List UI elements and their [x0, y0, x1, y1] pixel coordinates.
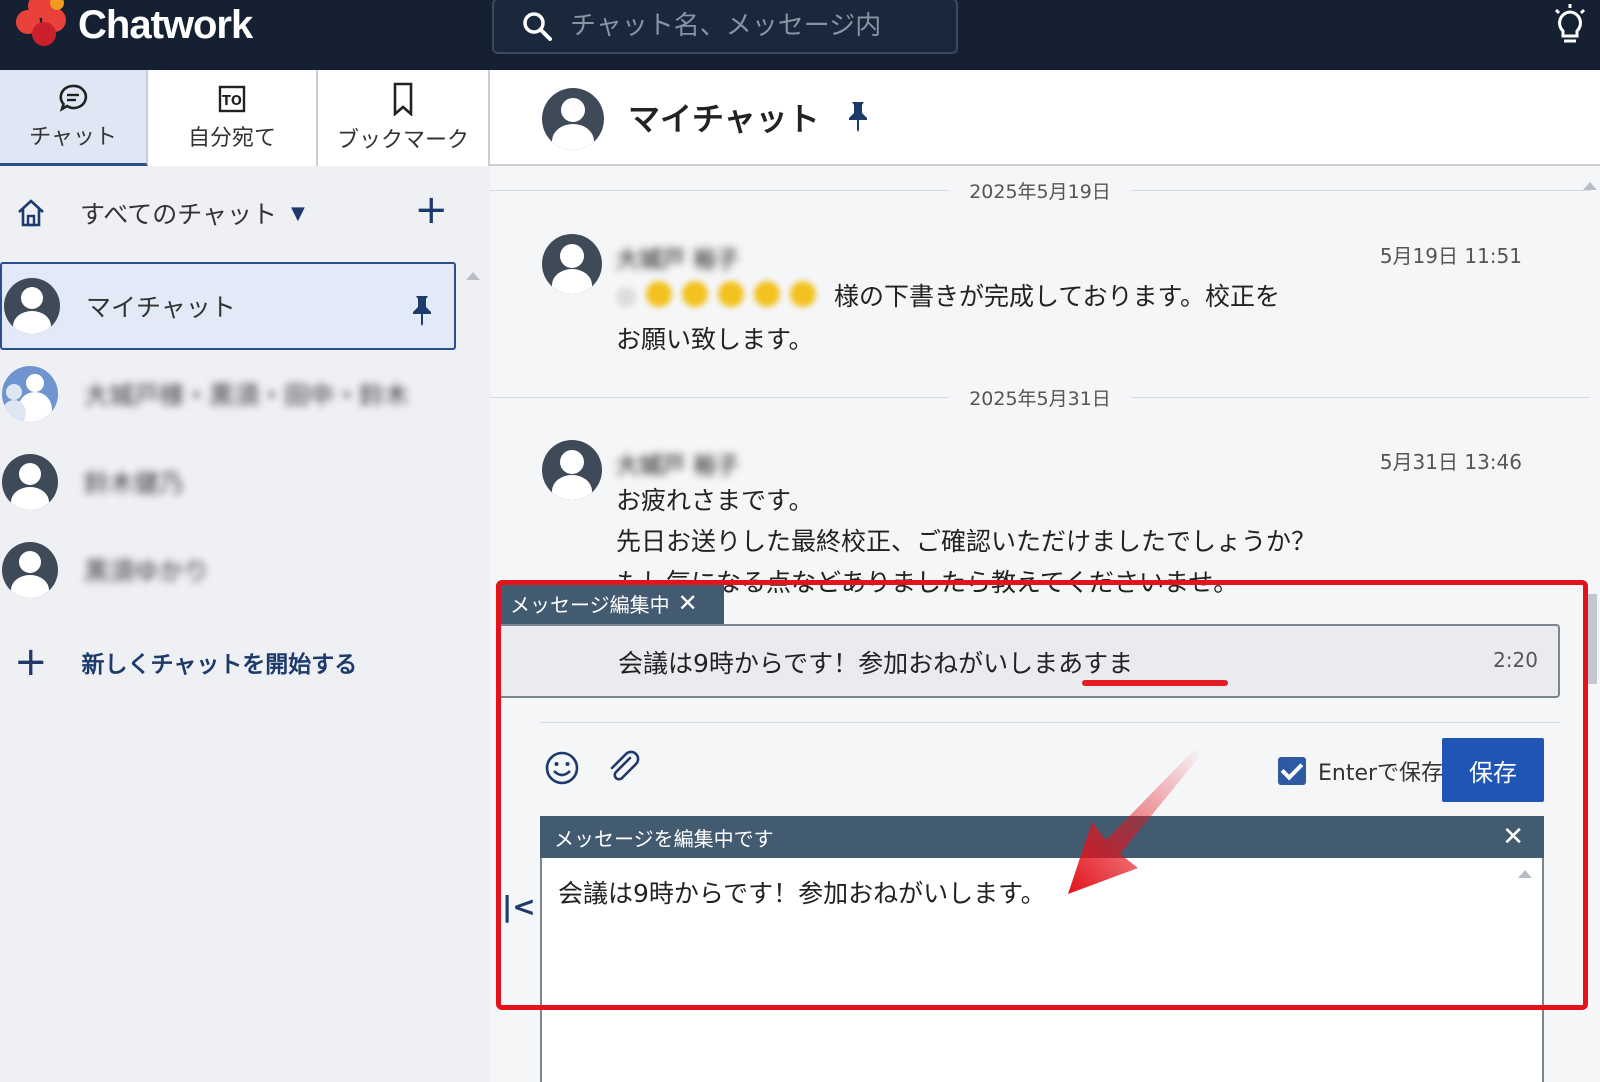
message-line: 様の下書きが完成しております。校正を: [833, 282, 1280, 311]
divider: [540, 722, 1560, 723]
enter-to-save-checkbox[interactable]: Enterで保存: [1278, 755, 1443, 787]
room-name: 大城戸様・黒須・田中・鈴木: [84, 381, 410, 410]
scrollbar-thumb[interactable]: [1583, 594, 1597, 684]
sidebar-tabs: チャット TO 自分宛て ブックマーク: [0, 70, 490, 166]
enter-to-save-label: Enterで保存: [1318, 761, 1444, 786]
pin-icon[interactable]: [410, 294, 434, 326]
chat-avatar[interactable]: [542, 88, 604, 150]
chatwork-logo[interactable]: Chatwork: [14, 0, 253, 50]
room-item[interactable]: 鈴木健乃: [0, 438, 456, 526]
typo-underline: [1082, 680, 1228, 686]
filter-label: すべてのチャット: [80, 200, 278, 229]
date-label: 2025年5月19日: [969, 180, 1111, 203]
new-chat-link[interactable]: + 新しくチャットを開始する: [14, 642, 357, 682]
message-time: 5月31日 13:46: [1379, 450, 1522, 474]
lightbulb-icon[interactable]: [1552, 4, 1588, 48]
editing-status-label: メッセージを編集中です: [554, 826, 774, 851]
chat-scrollbar[interactable]: [1580, 166, 1600, 1082]
tab-bookmark-label: ブックマーク: [336, 128, 469, 153]
logo-text: Chatwork: [78, 2, 253, 47]
message-avatar[interactable]: [542, 234, 602, 294]
editing-tag-label: メッセージ編集中: [510, 592, 670, 617]
pin-icon[interactable]: [846, 100, 870, 132]
message-line: 先日お送りした最終校正、ご確認いただけましたでしょうか？: [616, 527, 1317, 556]
checkbox-checked-icon[interactable]: [1278, 757, 1306, 785]
to-icon: TO: [218, 85, 246, 113]
editing-tag: メッセージ編集中 ✕: [498, 582, 724, 624]
message-time: 5月19日 11:51: [1379, 244, 1522, 268]
close-icon[interactable]: ✕: [678, 589, 698, 617]
save-button[interactable]: 保存: [1442, 738, 1544, 802]
original-message-time: 2:20: [1493, 648, 1538, 672]
svg-text:TO: TO: [222, 94, 242, 109]
avatar: [4, 278, 60, 334]
date-divider: 2025年5月31日: [490, 382, 1590, 412]
date-divider: 2025年5月19日: [490, 175, 1590, 205]
search-input[interactable]: [570, 11, 900, 41]
top-bar: Chatwork: [0, 0, 1600, 70]
chat-header: マイチャット: [490, 70, 1600, 166]
search-icon: [523, 12, 552, 41]
emoji-icon[interactable]: [544, 750, 580, 786]
message-body: 様の下書きが完成しております。校正を お願い致します。: [616, 276, 1280, 360]
message-line: お疲れさまです。: [616, 486, 814, 515]
bookmark-icon: [393, 82, 413, 116]
collapse-sidebar-icon[interactable]: |<: [502, 890, 536, 923]
message-avatar[interactable]: [542, 440, 602, 500]
chat-filter[interactable]: すべてのチャット ▼ +: [0, 188, 470, 238]
room-name: マイチャット: [86, 293, 236, 322]
tab-chat-label: チャット: [29, 124, 117, 150]
date-label: 2025年5月31日: [969, 387, 1111, 410]
redacted-text: [616, 278, 826, 319]
message-sender: 大城戸 裕子: [616, 453, 740, 479]
scroll-up-arrow[interactable]: [1583, 182, 1597, 190]
tab-to-me-label: 自分宛て: [187, 126, 276, 151]
room-item[interactable]: 黒須ゆかり: [0, 526, 456, 614]
original-message-text: 会議は9時からです！参加おねがいしまあすま: [618, 649, 1134, 678]
sidebar: チャット TO 自分宛て ブックマーク すべてのチャット ▼ + マイチャット: [0, 70, 490, 1082]
avatar: [2, 454, 58, 510]
close-icon[interactable]: ✕: [1502, 822, 1524, 852]
room-name: 鈴木健乃: [84, 469, 185, 498]
room-item-my-chat[interactable]: マイチャット: [0, 262, 456, 350]
group-avatar: [2, 366, 58, 422]
tab-bookmark[interactable]: ブックマーク: [318, 70, 490, 166]
chat-bubble-icon: [59, 84, 88, 112]
chat-title: マイチャット: [628, 100, 820, 138]
paperclip-icon[interactable]: [606, 750, 642, 786]
plus-icon: +: [14, 639, 48, 685]
chevron-down-icon: ▼: [291, 202, 305, 224]
message-editor[interactable]: [540, 858, 1544, 1082]
editing-message-preview: 会議は9時からです！参加おねがいしまあすま 2:20: [498, 624, 1560, 698]
add-chat-plus-icon[interactable]: +: [414, 190, 448, 230]
tab-to-me[interactable]: TO 自分宛て: [148, 70, 318, 166]
message-sender: 大城戸 裕子: [616, 247, 740, 273]
logo-mark-icon: [14, 0, 70, 50]
scroll-up-arrow[interactable]: [1518, 870, 1532, 878]
editing-status-bar: メッセージを編集中です ✕: [540, 816, 1544, 858]
sidebar-scroll-up-arrow[interactable]: [466, 272, 480, 280]
new-chat-label: 新しくチャットを開始する: [81, 652, 358, 678]
room-item[interactable]: 大城戸様・黒須・田中・鈴木: [0, 350, 456, 438]
search-box[interactable]: [492, 0, 958, 54]
tab-chat[interactable]: チャット: [0, 70, 148, 166]
room-name: 黒須ゆかり: [84, 557, 210, 586]
avatar: [2, 542, 58, 598]
home-icon: [18, 199, 44, 227]
message-input[interactable]: [542, 858, 1542, 1082]
message-line: お願い致します。: [616, 324, 814, 354]
chat-pane: マイチャット 2025年5月19日 大城戸 裕子 5月19日 11:51 様の下…: [490, 70, 1600, 1082]
